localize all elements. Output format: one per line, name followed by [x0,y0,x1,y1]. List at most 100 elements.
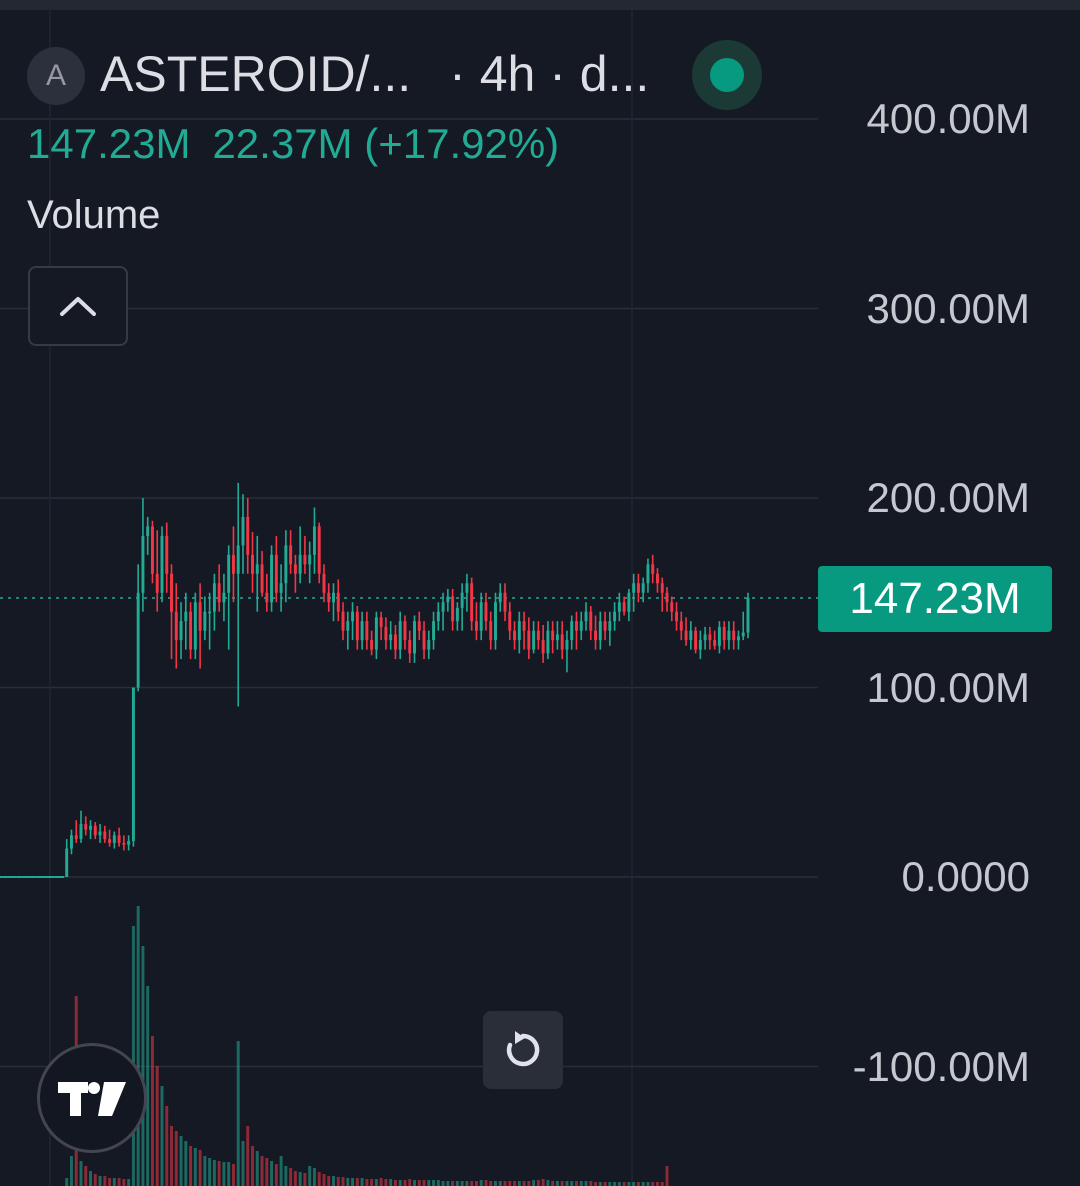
volume-bar [398,1180,402,1186]
volume-bar [79,1161,83,1186]
volume-bar [565,1181,569,1186]
volume-bar [117,1178,121,1186]
candle-body [327,592,331,603]
candle-body [360,621,364,641]
candle-body [460,592,464,608]
candle-body [513,630,517,641]
volume-bar [170,1126,173,1186]
candle-body [465,583,469,593]
candle-body [332,592,335,603]
volume-bar [589,1181,593,1186]
volume-bar [513,1181,517,1186]
candle-body [613,611,617,622]
candle-body [379,617,383,627]
tradingview-logo-button[interactable] [37,1043,147,1153]
candle-body [84,823,88,830]
candle-body [231,554,235,574]
volume-bar [517,1181,521,1186]
candle-body [317,526,321,574]
volume-bar [465,1181,469,1186]
volume-bar [594,1182,598,1186]
volume-bar [617,1182,621,1186]
candle-body [517,621,521,641]
indicator-label[interactable]: Volume [27,190,160,240]
candle-body [627,592,631,612]
volume-bar [598,1182,602,1186]
volume-bar [241,1141,245,1186]
candle-body [541,640,545,654]
reset-button[interactable] [483,1011,563,1089]
candle-body [689,630,693,641]
candle-body [293,564,297,574]
volume-bar [108,1178,112,1186]
volume-bar [355,1178,359,1186]
volume-bar [508,1181,512,1186]
volume-bar [236,1041,240,1186]
candle-body [284,545,288,584]
volume-bar [141,946,145,1186]
volume-bar [641,1182,645,1186]
volume-bar [651,1182,655,1186]
candle-body [722,626,726,641]
candle-body [346,621,350,631]
volume-bar [203,1156,207,1186]
symbol-title[interactable]: ASTEROID/... · 4h · d... [100,44,649,104]
candle-body [636,583,640,593]
candle-body [203,611,207,631]
volume-bar [427,1180,431,1186]
volume-bar [260,1156,264,1186]
volume-bar [613,1182,617,1186]
volume-bar [293,1171,297,1186]
candle-body [417,621,421,631]
candle-body [560,634,564,650]
volume-bar [403,1180,407,1186]
volume-bar [455,1181,459,1186]
axis-tick-label: 200.00M [866,474,1030,521]
candle-body [141,535,145,593]
volume-bar [560,1181,564,1186]
volume-bar [660,1182,664,1186]
volume-bar [184,1141,188,1186]
candle-body [312,526,316,555]
volume-bar [413,1180,416,1186]
volume-bar [374,1179,378,1186]
candle-body [131,687,135,841]
candle-body [184,611,188,622]
candle-body [479,602,483,631]
volume-bar [384,1179,388,1186]
candle-body [270,554,274,603]
candle-body [474,621,478,631]
volume-bar [555,1181,559,1186]
candle-body [551,630,555,641]
candle-body [93,825,97,836]
volume-bar [489,1181,493,1186]
candle-body [246,516,250,555]
volume-bar [189,1146,193,1186]
candle-body [570,621,574,641]
volume-bar [389,1179,393,1186]
candle-body [451,596,455,622]
volume-bar [370,1179,374,1186]
volume-bar [317,1172,321,1186]
candle-body [308,554,312,565]
candle-body [694,630,698,650]
candle-body [651,564,655,574]
candle-body [189,611,193,650]
axis-tick-label: 300.00M [866,284,1030,332]
volume-bar [231,1164,235,1186]
chevron-up-icon [60,297,96,316]
candle-body [646,564,650,584]
volume-bar [69,1156,73,1186]
candle-body [193,602,197,650]
candle-body [622,602,626,612]
collapse-button[interactable] [28,266,128,346]
candle-body [594,630,598,641]
volume-bar [308,1166,312,1186]
volume-bar [551,1181,555,1186]
volume-bar [89,1171,92,1186]
volume-bar [451,1181,455,1186]
tradingview-logo-icon [58,1082,126,1116]
volume-bar [570,1181,574,1186]
volume-bar [460,1181,464,1186]
volume-bar [365,1179,369,1186]
